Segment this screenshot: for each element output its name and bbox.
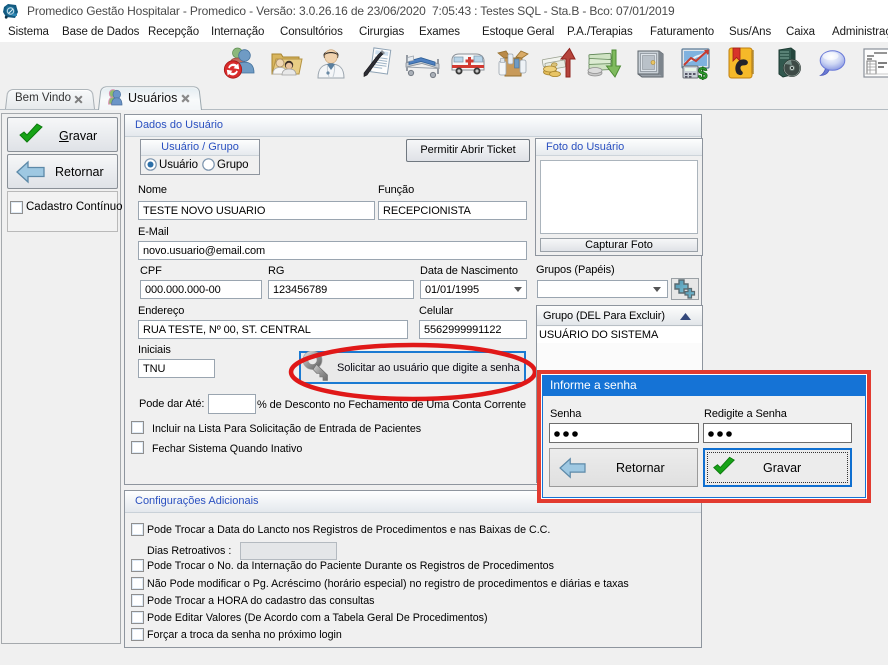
svg-text:$: $ (698, 64, 708, 80)
